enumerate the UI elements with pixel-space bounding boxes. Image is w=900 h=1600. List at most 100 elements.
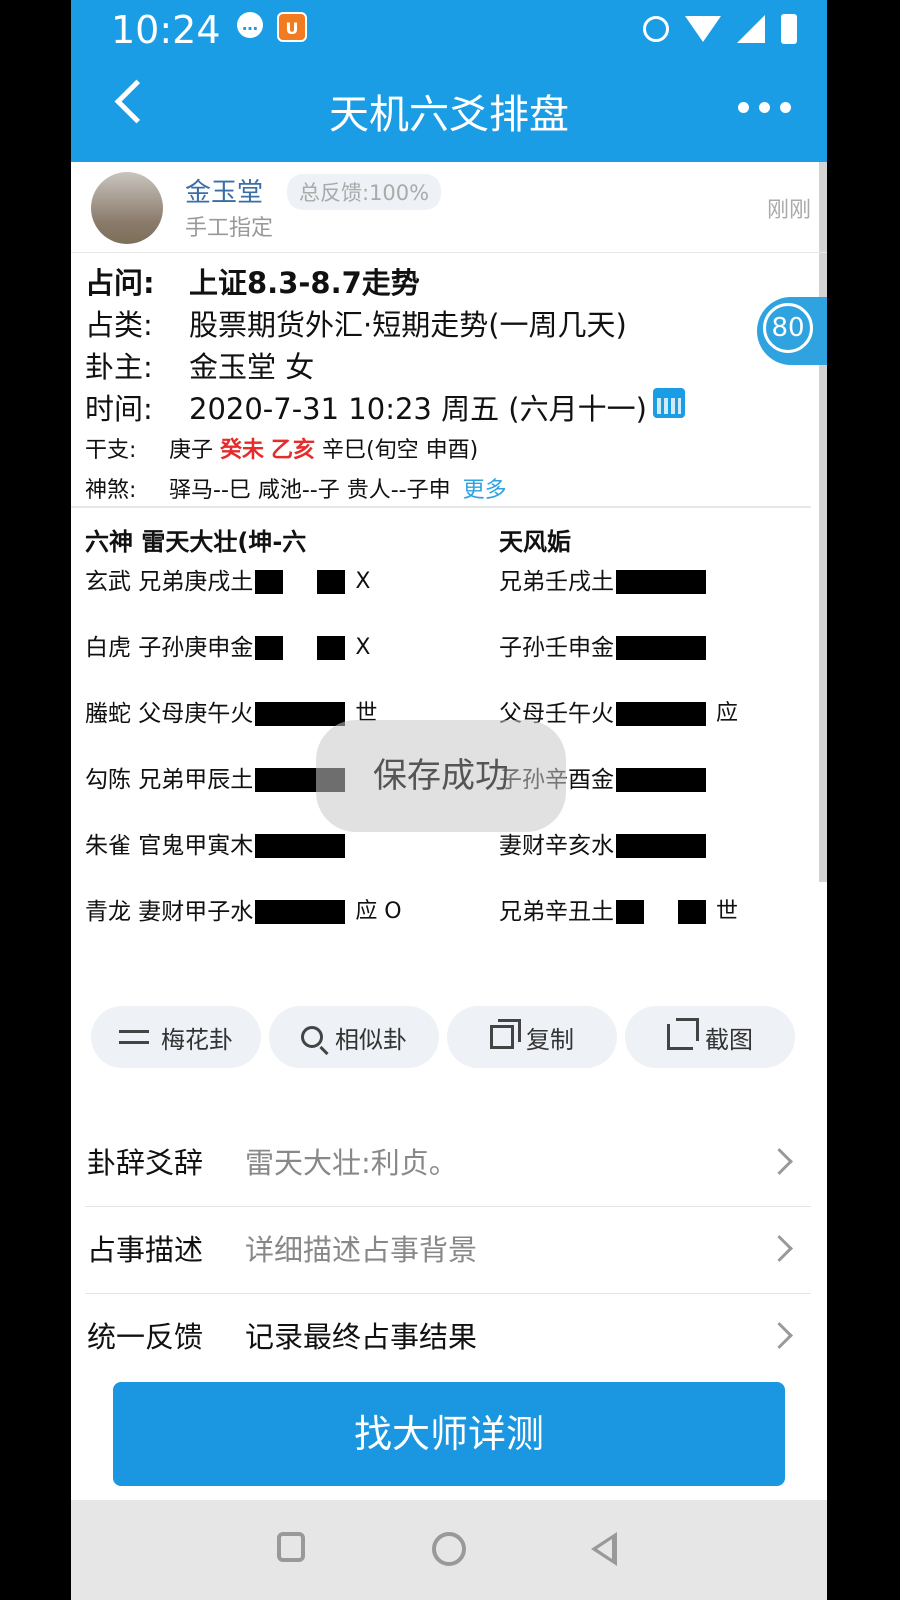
- ganzhi-label: 干支:: [85, 438, 137, 463]
- main-yao-mark: 应 O: [355, 899, 402, 924]
- yao-row: 朱雀 官鬼甲寅木 妻财辛亥水: [85, 826, 825, 892]
- main-yao-mark: X: [355, 569, 371, 594]
- ganzhi-void: (旬空 申酉): [366, 438, 479, 463]
- owner-value: 金玉堂 女: [189, 350, 315, 384]
- meihua-button[interactable]: 梅花卦: [91, 1006, 261, 1068]
- changed-yao-label: 兄弟壬戌土: [499, 569, 614, 595]
- crop-icon: [667, 1018, 699, 1050]
- changed-yao-label: 兄弟辛丑土: [499, 899, 614, 925]
- ganzhi-year: 庚子: [169, 438, 214, 463]
- main-yao-mark: X: [355, 635, 371, 660]
- system-icons: [643, 14, 797, 44]
- time-value: 2020-7-31 10:23 周五 (六月十一): [189, 392, 647, 426]
- author-row[interactable]: 金玉堂 总反馈:100% 手工指定 刚刚: [71, 162, 827, 253]
- yang-line: [616, 702, 706, 726]
- detail-value: 详细描述占事背景: [245, 1233, 478, 1267]
- shensha-label: 神煞:: [85, 478, 137, 503]
- main-yao-label: 朱雀 官鬼甲寅木: [85, 833, 254, 859]
- yang-line: [616, 570, 706, 594]
- yin-line: [616, 900, 706, 924]
- top-bar: 10:24 … U 天机六爻排盘: [71, 0, 827, 162]
- ganzhi-hour: 辛巳: [322, 438, 367, 463]
- changed-yao: 妻财辛亥水: [499, 826, 716, 866]
- detail-label: 统一反馈: [87, 1320, 204, 1354]
- main-yao: 青龙 妻财甲子水 应 O: [85, 892, 402, 932]
- time-row: 时间: 2020-7-31 10:23 周五 (六月十一): [85, 388, 825, 430]
- main-yao-label: 玄武 兄弟庚戌土: [85, 569, 254, 595]
- swap-icon: [119, 1025, 149, 1049]
- more-link[interactable]: 更多: [463, 472, 507, 510]
- question-row: 占问: 上证8.3-8.7走势: [85, 262, 825, 304]
- hexagram-header: 六神 雷天大壮(坤-六 天风姤: [85, 522, 825, 562]
- home-icon[interactable]: [432, 1532, 466, 1566]
- similar-button[interactable]: 相似卦: [269, 1006, 439, 1068]
- copy-button[interactable]: 复制: [447, 1006, 617, 1068]
- find-master-button[interactable]: 找大师详测: [113, 1382, 785, 1486]
- ganzhi-month: 癸未: [220, 438, 265, 463]
- main-yao: 白虎 子孙庚申金 X: [85, 628, 370, 668]
- uc-browser-icon: U: [277, 12, 307, 42]
- screenshot-button[interactable]: 截图: [625, 1006, 795, 1068]
- search-icon: [301, 1026, 323, 1048]
- detail-row-guaci[interactable]: 卦辞爻辞 雷天大壮:利贞。: [85, 1120, 811, 1207]
- avatar[interactable]: [91, 172, 163, 244]
- alarm-icon: [643, 16, 669, 42]
- yin-line: [255, 636, 346, 660]
- chevron-right-icon: [766, 1235, 793, 1262]
- yin-line: [255, 570, 346, 594]
- detail-list: 卦辞爻辞 雷天大壮:利贞。 占事描述 详细描述占事背景 统一反馈 记录最终占事结…: [85, 1120, 811, 1380]
- screenshot-label: 截图: [705, 1025, 753, 1054]
- detail-row-feedback[interactable]: 统一反馈 记录最终占事结果: [85, 1294, 811, 1380]
- post-time: 刚刚: [766, 198, 811, 223]
- similar-label: 相似卦: [335, 1025, 407, 1054]
- changed-yao: 子孙壬申金: [499, 628, 716, 668]
- recents-icon[interactable]: [277, 1532, 305, 1562]
- more-menu-icon[interactable]: [738, 102, 791, 113]
- system-nav-bar: [71, 1500, 827, 1600]
- main-yao: 勾陈 兄弟甲辰土: [85, 760, 355, 800]
- changed-yao-mark: 世: [716, 899, 739, 924]
- changed-yao-label: 妻财辛亥水: [499, 833, 614, 859]
- main-hexagram-name: 六神 雷天大壮(坤-六: [85, 528, 307, 556]
- notification-icons: … U: [237, 12, 307, 42]
- category-value: 股票期货外汇·短期走势(一周几天): [189, 308, 627, 342]
- category-row: 占类: 股票期货外汇·短期走势(一周几天): [85, 304, 825, 346]
- changed-yao: 兄弟壬戌土: [499, 562, 716, 602]
- status-time: 10:24: [111, 8, 221, 52]
- detail-value: 记录最终占事结果: [245, 1320, 478, 1354]
- shensha-value: 驿马--巳 咸池--子 贵人--子申: [169, 478, 451, 503]
- changed-hexagram-name: 天风姤: [499, 528, 571, 556]
- changed-yao-label: 子孙壬申金: [499, 635, 614, 661]
- wifi-icon: [685, 16, 721, 42]
- save-success-toast: 保存成功: [316, 720, 566, 832]
- yang-line: [255, 702, 346, 726]
- main-yao: 朱雀 官鬼甲寅木: [85, 826, 355, 866]
- meihua-label: 梅花卦: [161, 1025, 233, 1054]
- yao-row: 玄武 兄弟庚戌土 X 兄弟壬戌土: [85, 562, 825, 628]
- main-yao-label: 勾陈 兄弟甲辰土: [85, 767, 254, 793]
- back-nav-icon[interactable]: [591, 1532, 617, 1566]
- signal-icon: [737, 15, 765, 43]
- divider: [71, 506, 811, 508]
- calendar-icon[interactable]: [652, 388, 685, 418]
- question-label: 占问:: [85, 266, 155, 300]
- author-subtitle: 手工指定: [185, 216, 274, 241]
- yao-row: 白虎 子孙庚申金 X 子孙壬申金: [85, 628, 825, 694]
- changed-yao-mark: 应: [716, 701, 739, 726]
- detail-row-description[interactable]: 占事描述 详细描述占事背景: [85, 1207, 811, 1294]
- time-label: 时间:: [85, 392, 153, 426]
- chevron-right-icon: [766, 1322, 793, 1349]
- page-title: 天机六爻排盘: [329, 92, 569, 138]
- yang-line: [616, 636, 706, 660]
- detail-label: 占事描述: [87, 1233, 204, 1267]
- message-icon: …: [237, 12, 263, 38]
- main-yao-label: 青龙 妻财甲子水: [85, 899, 254, 925]
- ganzhi-day: 乙亥: [271, 438, 316, 463]
- battery-icon: [781, 14, 797, 44]
- yang-line: [255, 900, 346, 924]
- feedback-badge: 总反馈:100%: [287, 174, 442, 210]
- author-name[interactable]: 金玉堂: [185, 172, 263, 209]
- main-yao-label: 螣蛇 父母庚午火: [85, 701, 254, 727]
- detail-value: 雷天大壮:利贞。: [245, 1146, 458, 1180]
- shensha-row: 神煞: 驿马--巳 咸池--子 贵人--子申 更多: [85, 472, 825, 510]
